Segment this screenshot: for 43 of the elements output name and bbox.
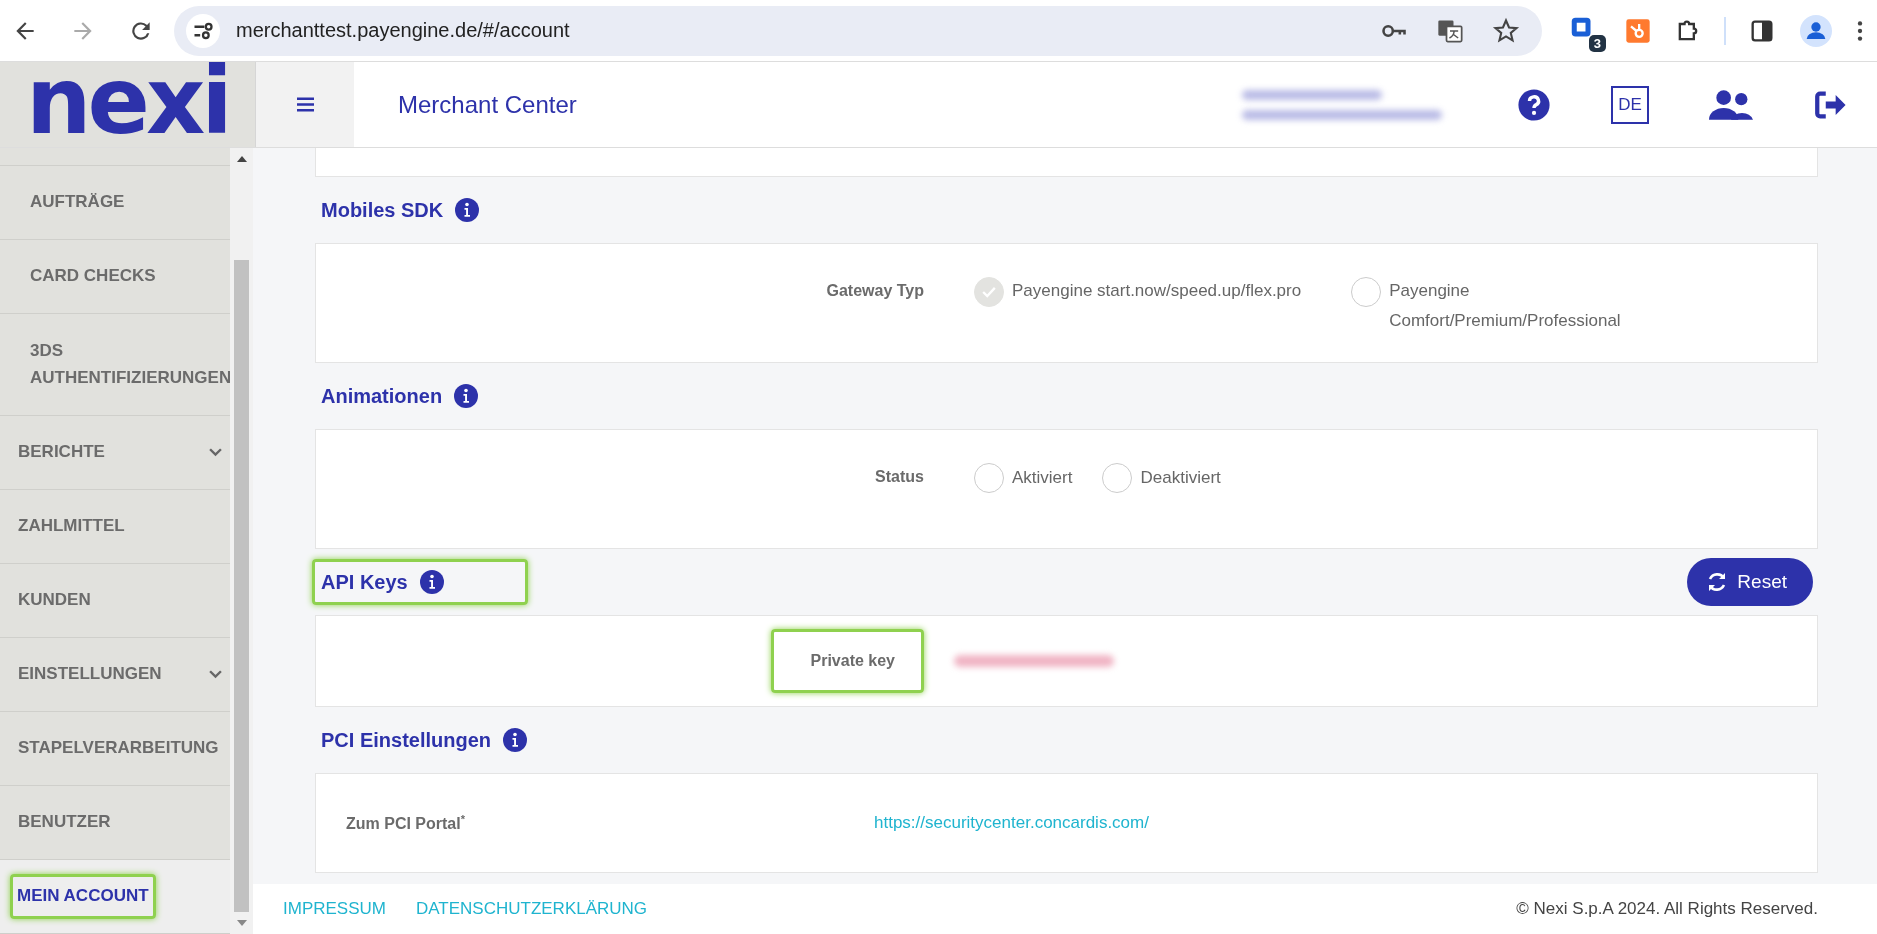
language-button[interactable]: DE xyxy=(1611,85,1649,124)
footer-link[interactable]: IMPRESSUM xyxy=(283,899,386,919)
radio-button[interactable] xyxy=(974,277,1004,307)
info-icon[interactable] xyxy=(454,384,479,408)
section-title: API Keys xyxy=(321,570,408,594)
profile-avatar-icon[interactable] xyxy=(1800,14,1832,47)
scroll-up-icon[interactable] xyxy=(236,156,247,162)
copyright-text: © Nexi S.p.A 2024. All Rights Reserved. xyxy=(1516,899,1818,919)
radio-button[interactable] xyxy=(974,463,1004,493)
nexi-logo[interactable]: nexi xyxy=(26,55,229,148)
sidebar-item[interactable]: MEIN ACCOUNT xyxy=(0,860,230,934)
site-settings-icon[interactable] xyxy=(186,13,220,48)
extension-badge: 3 xyxy=(1588,34,1606,52)
field-label: Status xyxy=(875,467,924,487)
option-label: Payengine Comfort/Premium/Professional xyxy=(1389,280,1622,332)
field-label: Gateway Typ xyxy=(826,281,924,301)
reset-button[interactable]: Reset xyxy=(1687,558,1813,606)
field-label: Zum PCI Portal$^{*}$ xyxy=(345,812,466,834)
app-title: Merchant Center xyxy=(398,90,577,119)
info-icon[interactable] xyxy=(503,728,528,752)
option-label: Deaktiviert xyxy=(1140,467,1221,489)
section-title: PCI Einstellungen xyxy=(321,728,492,752)
info-icon[interactable] xyxy=(455,198,480,222)
chevron-down-icon xyxy=(209,448,222,457)
star-icon[interactable] xyxy=(1492,16,1520,45)
menu-icon[interactable] xyxy=(296,97,314,112)
address-bar[interactable]: merchanttest.payengine.de/#/account xyxy=(174,5,1542,56)
info-icon[interactable] xyxy=(419,570,444,594)
field-label: Private key xyxy=(771,629,924,693)
chevron-down-icon xyxy=(209,670,222,679)
scroll-down-icon[interactable] xyxy=(236,920,247,926)
pci-portal-link[interactable]: https://securitycenter.concardis.com/ xyxy=(874,813,1149,833)
radio-button[interactable] xyxy=(1351,277,1382,307)
radio-button[interactable] xyxy=(1102,463,1133,493)
scrollbar[interactable] xyxy=(230,148,253,934)
option-label: Payengine start.now/speed.up/flex.pro xyxy=(1012,280,1302,302)
section-title: Animationen xyxy=(321,384,443,408)
users-icon[interactable] xyxy=(1709,87,1753,122)
footer-link[interactable]: DATENSCHUTZERKLÄRUNG xyxy=(415,899,648,919)
help-icon[interactable] xyxy=(1517,87,1551,122)
check-icon xyxy=(982,286,996,298)
section-title: Mobiles SDK xyxy=(321,198,444,222)
option-label: Aktiviert xyxy=(1012,467,1073,489)
